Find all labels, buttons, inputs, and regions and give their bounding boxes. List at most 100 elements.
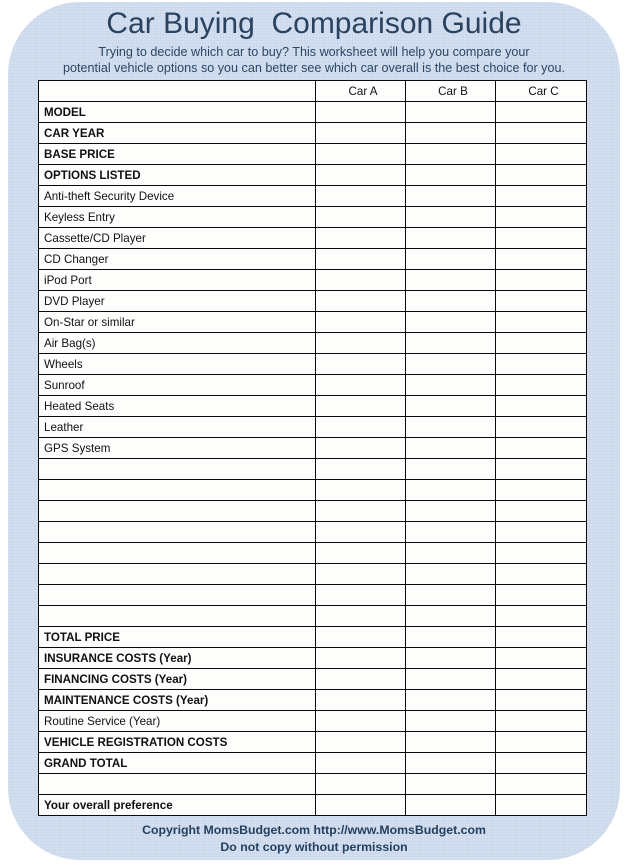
entry-cell-car-c[interactable] xyxy=(495,395,587,417)
entry-cell-car-b[interactable] xyxy=(405,206,496,228)
entry-cell-car-c[interactable] xyxy=(495,794,587,816)
entry-cell-car-b[interactable] xyxy=(405,584,496,606)
entry-cell-car-b[interactable] xyxy=(405,500,496,522)
entry-cell-car-c[interactable] xyxy=(495,689,587,711)
entry-cell-car-c[interactable] xyxy=(495,185,587,207)
entry-cell-car-a[interactable] xyxy=(315,332,406,354)
entry-cell-car-a[interactable] xyxy=(315,689,406,711)
entry-cell-car-a[interactable] xyxy=(315,206,406,228)
entry-cell-car-c[interactable] xyxy=(495,269,587,291)
entry-cell-car-b[interactable] xyxy=(405,311,496,333)
entry-cell-car-a[interactable] xyxy=(315,542,406,564)
entry-cell-car-a[interactable] xyxy=(315,227,406,249)
entry-cell-car-a[interactable] xyxy=(315,773,406,795)
entry-cell-car-a[interactable] xyxy=(315,290,406,312)
entry-cell-car-c[interactable] xyxy=(495,374,587,396)
entry-cell-car-a[interactable] xyxy=(315,584,406,606)
entry-cell-car-a[interactable] xyxy=(315,353,406,375)
entry-cell-car-b[interactable] xyxy=(405,374,496,396)
entry-cell-car-c[interactable] xyxy=(495,710,587,732)
entry-cell-car-b[interactable] xyxy=(405,290,496,312)
entry-cell-car-c[interactable] xyxy=(495,416,587,438)
entry-cell-car-b[interactable] xyxy=(405,605,496,627)
entry-cell-car-a[interactable] xyxy=(315,143,406,165)
entry-cell-car-a[interactable] xyxy=(315,395,406,417)
entry-cell-car-b[interactable] xyxy=(405,521,496,543)
entry-cell-car-a[interactable] xyxy=(315,668,406,690)
entry-cell-car-a[interactable] xyxy=(315,416,406,438)
entry-cell-car-b[interactable] xyxy=(405,395,496,417)
entry-cell-car-b[interactable] xyxy=(405,794,496,816)
entry-cell-car-b[interactable] xyxy=(405,353,496,375)
entry-cell-car-a[interactable] xyxy=(315,437,406,459)
entry-cell-car-b[interactable] xyxy=(405,626,496,648)
entry-cell-car-b[interactable] xyxy=(405,731,496,753)
entry-cell-car-b[interactable] xyxy=(405,647,496,669)
entry-cell-car-b[interactable] xyxy=(405,332,496,354)
entry-cell-car-b[interactable] xyxy=(405,416,496,438)
entry-cell-car-a[interactable] xyxy=(315,269,406,291)
entry-cell-car-b[interactable] xyxy=(405,689,496,711)
entry-cell-car-a[interactable] xyxy=(315,479,406,501)
entry-cell-car-b[interactable] xyxy=(405,668,496,690)
entry-cell-car-c[interactable] xyxy=(495,563,587,585)
entry-cell-car-c[interactable] xyxy=(495,227,587,249)
entry-cell-car-b[interactable] xyxy=(405,563,496,585)
entry-cell-car-a[interactable] xyxy=(315,311,406,333)
entry-cell-car-c[interactable] xyxy=(495,248,587,270)
entry-cell-car-c[interactable] xyxy=(495,143,587,165)
entry-cell-car-b[interactable] xyxy=(405,458,496,480)
entry-cell-car-c[interactable] xyxy=(495,542,587,564)
entry-cell-car-a[interactable] xyxy=(315,752,406,774)
entry-cell-car-c[interactable] xyxy=(495,206,587,228)
entry-cell-car-c[interactable] xyxy=(495,773,587,795)
entry-cell-car-a[interactable] xyxy=(315,605,406,627)
entry-cell-car-c[interactable] xyxy=(495,290,587,312)
entry-cell-car-b[interactable] xyxy=(405,710,496,732)
entry-cell-car-a[interactable] xyxy=(315,374,406,396)
entry-cell-car-c[interactable] xyxy=(495,101,587,123)
entry-cell-car-c[interactable] xyxy=(495,584,587,606)
entry-cell-car-b[interactable] xyxy=(405,227,496,249)
entry-cell-car-c[interactable] xyxy=(495,122,587,144)
entry-cell-car-c[interactable] xyxy=(495,731,587,753)
entry-cell-car-c[interactable] xyxy=(495,752,587,774)
entry-cell-car-b[interactable] xyxy=(405,773,496,795)
entry-cell-car-a[interactable] xyxy=(315,731,406,753)
entry-cell-car-c[interactable] xyxy=(495,353,587,375)
entry-cell-car-b[interactable] xyxy=(405,143,496,165)
entry-cell-car-a[interactable] xyxy=(315,521,406,543)
entry-cell-car-b[interactable] xyxy=(405,752,496,774)
entry-cell-car-a[interactable] xyxy=(315,164,406,186)
entry-cell-car-b[interactable] xyxy=(405,542,496,564)
entry-cell-car-c[interactable] xyxy=(495,479,587,501)
entry-cell-car-a[interactable] xyxy=(315,248,406,270)
entry-cell-car-b[interactable] xyxy=(405,437,496,459)
entry-cell-car-c[interactable] xyxy=(495,668,587,690)
entry-cell-car-a[interactable] xyxy=(315,185,406,207)
entry-cell-car-c[interactable] xyxy=(495,164,587,186)
entry-cell-car-a[interactable] xyxy=(315,794,406,816)
entry-cell-car-a[interactable] xyxy=(315,122,406,144)
entry-cell-car-a[interactable] xyxy=(315,647,406,669)
entry-cell-car-c[interactable] xyxy=(495,332,587,354)
entry-cell-car-b[interactable] xyxy=(405,101,496,123)
entry-cell-car-b[interactable] xyxy=(405,248,496,270)
entry-cell-car-c[interactable] xyxy=(495,311,587,333)
entry-cell-car-c[interactable] xyxy=(495,626,587,648)
entry-cell-car-b[interactable] xyxy=(405,122,496,144)
entry-cell-car-c[interactable] xyxy=(495,647,587,669)
entry-cell-car-b[interactable] xyxy=(405,185,496,207)
entry-cell-car-c[interactable] xyxy=(495,605,587,627)
entry-cell-car-b[interactable] xyxy=(405,164,496,186)
entry-cell-car-b[interactable] xyxy=(405,269,496,291)
entry-cell-car-a[interactable] xyxy=(315,563,406,585)
entry-cell-car-a[interactable] xyxy=(315,710,406,732)
entry-cell-car-c[interactable] xyxy=(495,437,587,459)
entry-cell-car-a[interactable] xyxy=(315,626,406,648)
entry-cell-car-c[interactable] xyxy=(495,521,587,543)
entry-cell-car-a[interactable] xyxy=(315,458,406,480)
entry-cell-car-a[interactable] xyxy=(315,101,406,123)
entry-cell-car-b[interactable] xyxy=(405,479,496,501)
entry-cell-car-c[interactable] xyxy=(495,458,587,480)
